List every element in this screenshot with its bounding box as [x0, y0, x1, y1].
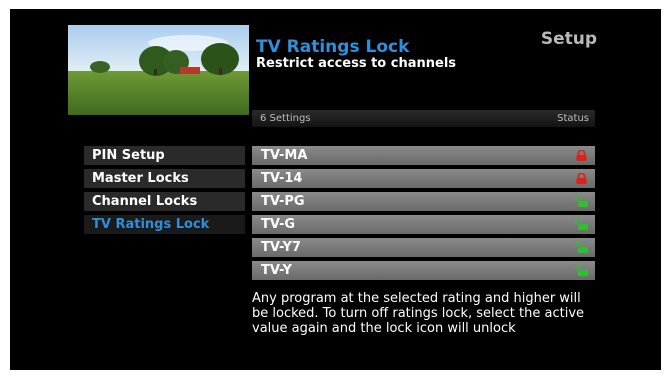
screen-name: Setup	[540, 29, 597, 49]
tv-screen: TV Ratings Lock Restrict access to chann…	[10, 9, 661, 370]
lock-open-icon	[575, 242, 588, 253]
ratings-list: TV-MA TV-14 TV-PG TV-G TV-Y7 TV-Y	[252, 146, 595, 284]
lock-closed-icon	[576, 173, 587, 184]
rating-label: TV-PG	[261, 194, 305, 209]
menu-item-master-locks[interactable]: Master Locks	[84, 169, 245, 188]
menu-item-pin-setup[interactable]: PIN Setup	[84, 146, 245, 165]
page-subtitle: Restrict access to channels	[256, 56, 457, 71]
rating-label: TV-G	[261, 217, 296, 232]
setup-menu: PIN Setup Master Locks Channel Locks TV …	[84, 146, 245, 238]
menu-item-channel-locks[interactable]: Channel Locks	[84, 192, 245, 211]
rating-row-tv-g[interactable]: TV-G	[252, 215, 595, 234]
rating-row-tv-ma[interactable]: TV-MA	[252, 146, 595, 165]
rating-label: TV-14	[261, 171, 303, 186]
lock-open-icon	[575, 219, 588, 230]
help-text: Any program at the selected rating and h…	[252, 291, 585, 336]
status-column-label: Status	[557, 113, 589, 124]
menu-item-tv-ratings-lock[interactable]: TV Ratings Lock	[84, 215, 245, 234]
lock-open-icon	[575, 265, 588, 276]
rating-row-tv-y[interactable]: TV-Y	[252, 261, 595, 280]
lock-open-icon	[575, 196, 588, 207]
page-title: TV Ratings Lock	[256, 37, 410, 57]
settings-count: 6 Settings	[260, 113, 311, 124]
rating-label: TV-Y7	[261, 240, 301, 255]
rating-label: TV-Y	[261, 263, 292, 278]
settings-header: 6 Settings Status	[252, 110, 595, 127]
lock-closed-icon	[576, 150, 587, 161]
rating-label: TV-MA	[261, 148, 308, 163]
rating-row-tv-pg[interactable]: TV-PG	[252, 192, 595, 211]
preview-thumbnail	[68, 25, 249, 115]
rating-row-tv-14[interactable]: TV-14	[252, 169, 595, 188]
rating-row-tv-y7[interactable]: TV-Y7	[252, 238, 595, 257]
